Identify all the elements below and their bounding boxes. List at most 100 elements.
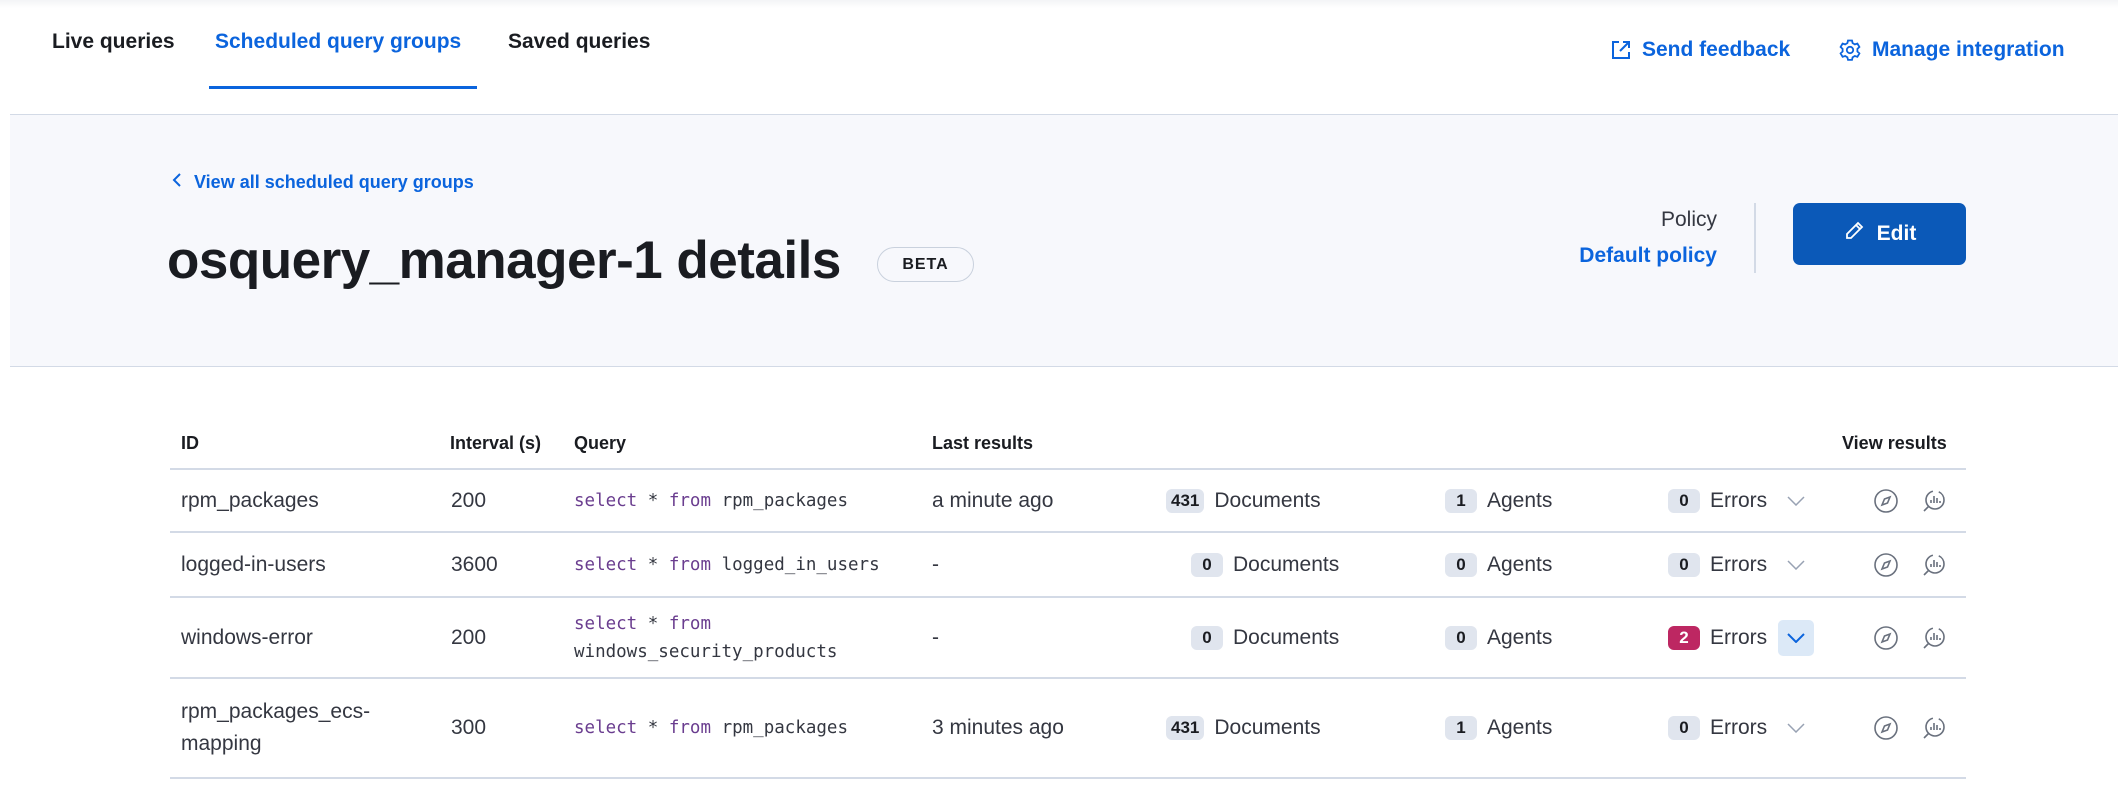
sql-table: rpm_packages [721,490,848,511]
row-id: rpm_packages [181,488,319,512]
lens-icon [1923,717,1945,739]
documents-label: Documents [1233,552,1340,576]
agents-count-badge: 0 [1445,625,1477,650]
sql-keyword-select: select [574,613,638,634]
expand-errors-button[interactable] [1778,619,1814,656]
lens-icon [1923,626,1945,649]
errors-count-badge: 2 [1668,625,1700,650]
row-query: select * from windows_security_products [574,610,837,666]
documents-label: Documents [1233,625,1340,649]
agents-label: Agents [1487,716,1553,739]
documents-count-badge: 0 [1191,625,1223,650]
top-shade [0,0,2118,8]
row-interval: 3600 [451,552,498,576]
column-header-view-results: View results [1842,433,1947,453]
back-link-label: View all scheduled query groups [194,172,474,192]
edit-button-label: Edit [1876,222,1917,245]
column-header-last-results[interactable]: Last results [932,433,1033,454]
agents-label: Agents [1487,625,1553,649]
errors-label: Errors [1710,625,1768,649]
errors-label: Errors [1710,716,1768,739]
sql-keyword-from: from [668,554,712,575]
lens-icon [1923,489,1945,512]
table-row: logged-in-users 3600 select * from logge… [170,533,1966,598]
expand-errors-button[interactable] [1778,547,1814,583]
documents-stat: 431 Documents [1166,488,1321,513]
errors-count-badge: 0 [1668,552,1700,577]
view-in-lens-button[interactable] [1919,623,1949,653]
policy-label: Policy [1660,208,1717,231]
row-id: windows-error [181,625,313,649]
documents-label: Documents [1214,488,1321,512]
manage-integration-label: Manage integration [1872,38,2065,61]
agents-stat: 1 Agents [1445,488,1553,513]
sql-table: rpm_packages [721,718,848,738]
row-last-results: a minute ago [932,488,1054,512]
documents-count-badge: 431 [1166,488,1205,513]
view-in-discover-button[interactable] [1871,550,1901,580]
expand-errors-button[interactable] [1778,710,1814,746]
send-feedback-label: Send feedback [1642,38,1791,61]
edit-button[interactable]: Edit [1793,203,1966,265]
chevron-left-icon [172,172,182,193]
agents-stat: 0 Agents [1445,552,1553,577]
back-link[interactable]: View all scheduled query groups [172,172,474,193]
row-last-results: - [932,625,939,649]
documents-stat: 0 Documents [1191,552,1340,577]
expand-errors-button[interactable] [1778,483,1814,519]
view-in-discover-button[interactable] [1871,713,1901,743]
chevron-down-icon [1787,632,1805,643]
agents-label: Agents [1487,488,1553,512]
sql-star: * [647,554,659,575]
chevron-down-icon [1787,723,1805,733]
tab-scheduled-query-groups[interactable]: Scheduled query groups [215,30,461,54]
send-feedback-link[interactable]: Send feedback [1610,38,1790,62]
errors-count-badge: 0 [1668,716,1700,740]
sql-table: windows_security_products [574,641,838,662]
sql-star: * [647,490,659,511]
chevron-down-icon [1787,559,1805,570]
errors-label: Errors [1710,552,1768,576]
beta-badge: BETA [877,247,974,282]
policy-link[interactable]: Default policy [1579,244,1717,268]
column-header-query[interactable]: Query [574,433,626,454]
manage-integration-link[interactable]: Manage integration [1838,38,2065,62]
row-interval: 200 [451,625,487,649]
view-in-lens-button[interactable] [1919,713,1949,743]
agents-count-badge: 0 [1445,552,1477,577]
row-id: logged-in-users [181,552,326,576]
sql-keyword-from: from [668,718,712,738]
agents-stat: 1 Agents [1445,716,1552,740]
errors-count-badge: 0 [1668,488,1700,513]
documents-count-badge: 0 [1191,552,1223,577]
sql-keyword-from: from [668,490,712,511]
view-in-lens-button[interactable] [1919,486,1949,516]
tab-saved-queries[interactable]: Saved queries [508,30,650,54]
errors-stat: 0 Errors [1668,488,1767,513]
agents-label: Agents [1487,552,1553,576]
column-header-interval[interactable]: Interval (s) [450,433,541,454]
agents-count-badge: 1 [1445,488,1477,513]
lens-icon [1923,553,1945,576]
row-last-results: 3 minutes ago [932,716,1064,739]
sql-star: * [647,613,659,634]
table-row: rpm_packages 200 select * from rpm_packa… [170,470,1966,533]
tab-live-queries[interactable]: Live queries [52,30,175,54]
documents-count-badge: 431 [1166,716,1205,740]
sql-keyword-from: from [668,613,712,634]
row-id: rpm_packages_ecs-mapping [181,700,371,755]
column-header-id[interactable]: ID [181,433,199,454]
sql-keyword-select: select [574,554,638,575]
view-in-lens-button[interactable] [1919,550,1949,580]
errors-stat: 0 Errors [1668,716,1767,740]
pencil-icon [1843,220,1865,248]
view-in-discover-button[interactable] [1871,623,1901,653]
row-interval: 200 [451,488,487,512]
documents-stat: 431 Documents [1166,716,1321,740]
view-in-discover-button[interactable] [1871,486,1901,516]
page-title: osquery_manager-1 details [167,231,841,290]
agents-stat: 0 Agents [1445,625,1553,650]
active-tab-indicator [209,86,477,89]
row-last-results: - [932,552,939,576]
sql-star: * [647,718,659,738]
